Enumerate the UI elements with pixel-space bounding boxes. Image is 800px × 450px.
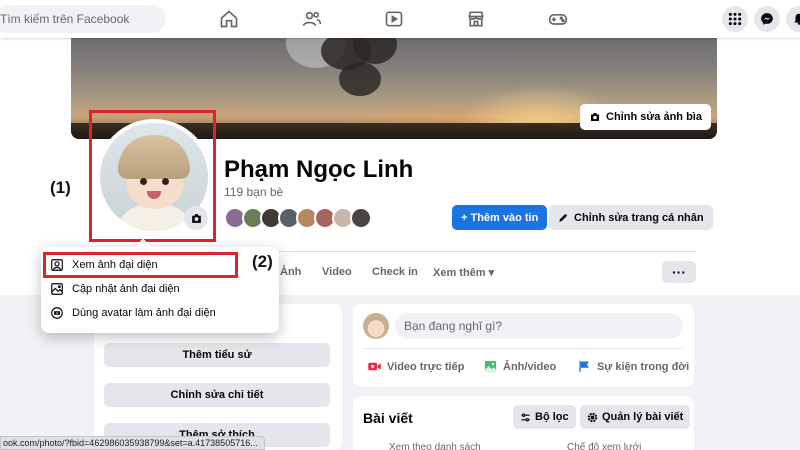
menu-item-update-profile-picture[interactable]: Cập nhật ảnh đại diện bbox=[41, 277, 279, 301]
menu-grid-icon[interactable] bbox=[722, 6, 748, 32]
filter-button[interactable]: Bộ lọc bbox=[513, 405, 576, 429]
gaming-icon[interactable] bbox=[545, 6, 571, 32]
tab-more[interactable]: Xem thêm ▾ bbox=[433, 266, 494, 279]
manage-posts-label: Quản lý bài viết bbox=[602, 411, 684, 423]
friend-avatars-row bbox=[224, 207, 372, 229]
edit-details-button[interactable]: Chỉnh sửa chi tiết bbox=[104, 383, 330, 407]
grid-view-tab[interactable]: Chế độ xem lưới bbox=[567, 442, 641, 450]
composer-input[interactable]: Bạn đang nghĩ gì? bbox=[395, 313, 683, 339]
menu-item-use-avatar[interactable]: Dùng avatar làm ảnh đại diện bbox=[41, 301, 279, 325]
watch-icon[interactable] bbox=[381, 6, 407, 32]
photo-video-label: Ảnh/video bbox=[503, 360, 557, 373]
add-to-story-button[interactable]: + Thêm vào tin bbox=[452, 205, 548, 230]
edit-cover-photo-label: Chỉnh sửa ảnh bìa bbox=[606, 111, 702, 123]
flag-icon bbox=[579, 360, 589, 373]
profile-name: Phạm Ngọc Linh bbox=[224, 156, 414, 183]
composer-avatar[interactable] bbox=[363, 313, 389, 339]
clover-leaf-shape bbox=[339, 62, 381, 96]
more-options-button[interactable]: ··· bbox=[662, 261, 696, 283]
annotation-highlight-menu-item bbox=[43, 252, 238, 278]
tab-video[interactable]: Video bbox=[322, 266, 352, 278]
annotation-highlight-avatar bbox=[89, 110, 216, 242]
post-composer: Bạn đang nghĩ gì? Video trực tiếp Ảnh/vi… bbox=[353, 304, 694, 387]
more-options-icon: ··· bbox=[672, 264, 686, 280]
friends-icon[interactable] bbox=[299, 6, 325, 32]
filter-label: Bộ lọc bbox=[535, 411, 569, 423]
tab-photos[interactable]: Ảnh bbox=[280, 266, 301, 278]
home-icon[interactable] bbox=[216, 6, 242, 32]
search-box[interactable] bbox=[0, 5, 166, 33]
edit-profile-label: Chỉnh sửa trang cá nhân bbox=[574, 211, 704, 224]
edit-profile-button[interactable]: Chỉnh sửa trang cá nhân bbox=[549, 205, 713, 230]
tab-checkin[interactable]: Check in bbox=[372, 266, 418, 278]
photo-icon bbox=[484, 360, 497, 373]
live-video-button[interactable]: Video trực tiếp bbox=[367, 359, 464, 374]
life-event-button[interactable]: Sự kiện trong đời bbox=[577, 359, 689, 374]
edit-cover-photo-button[interactable]: Chỉnh sửa ảnh bìa bbox=[580, 104, 711, 130]
annotation-label-1: (1) bbox=[50, 178, 71, 197]
friends-count[interactable]: 119 bạn bè bbox=[224, 185, 283, 199]
filter-icon bbox=[521, 412, 530, 422]
bell-icon[interactable] bbox=[786, 6, 800, 32]
live-video-icon bbox=[368, 362, 381, 371]
posts-title: Bài viết bbox=[363, 410, 413, 426]
top-navigation-bar bbox=[0, 0, 800, 38]
list-view-tab[interactable]: Xem theo danh sách bbox=[389, 442, 481, 450]
add-bio-button[interactable]: Thêm tiểu sử bbox=[104, 343, 330, 367]
live-video-label: Video trực tiếp bbox=[387, 360, 465, 373]
pencil-icon bbox=[559, 213, 568, 222]
status-url-text: ook.com/photo/?fbid=462986035938799&set=… bbox=[3, 438, 258, 448]
add-to-story-label: + Thêm vào tin bbox=[461, 211, 539, 224]
composer-divider bbox=[363, 348, 683, 349]
avatar-icon bbox=[51, 307, 63, 319]
posts-card: Bài viết Bộ lọc Quản lý bài viết Xem the… bbox=[353, 396, 694, 450]
friend-avatar[interactable] bbox=[350, 207, 372, 229]
manage-posts-button[interactable]: Quản lý bài viết bbox=[580, 405, 691, 429]
camera-icon bbox=[591, 113, 599, 121]
search-input[interactable] bbox=[0, 12, 166, 26]
menu-item-label: Cập nhật ảnh đại diện bbox=[72, 283, 180, 295]
gear-icon bbox=[587, 412, 598, 422]
photo-video-button[interactable]: Ảnh/video bbox=[483, 359, 556, 374]
messenger-icon[interactable] bbox=[754, 6, 780, 32]
composer-placeholder: Bạn đang nghĩ gì? bbox=[404, 319, 503, 333]
menu-item-label: Dùng avatar làm ảnh đại diện bbox=[72, 307, 216, 319]
browser-status-url: ook.com/photo/?fbid=462986035938799&set=… bbox=[0, 436, 265, 450]
image-icon bbox=[51, 283, 63, 295]
life-event-label: Sự kiện trong đời bbox=[597, 360, 690, 373]
marketplace-icon[interactable] bbox=[463, 6, 489, 32]
annotation-label-2: (2) bbox=[252, 252, 273, 271]
